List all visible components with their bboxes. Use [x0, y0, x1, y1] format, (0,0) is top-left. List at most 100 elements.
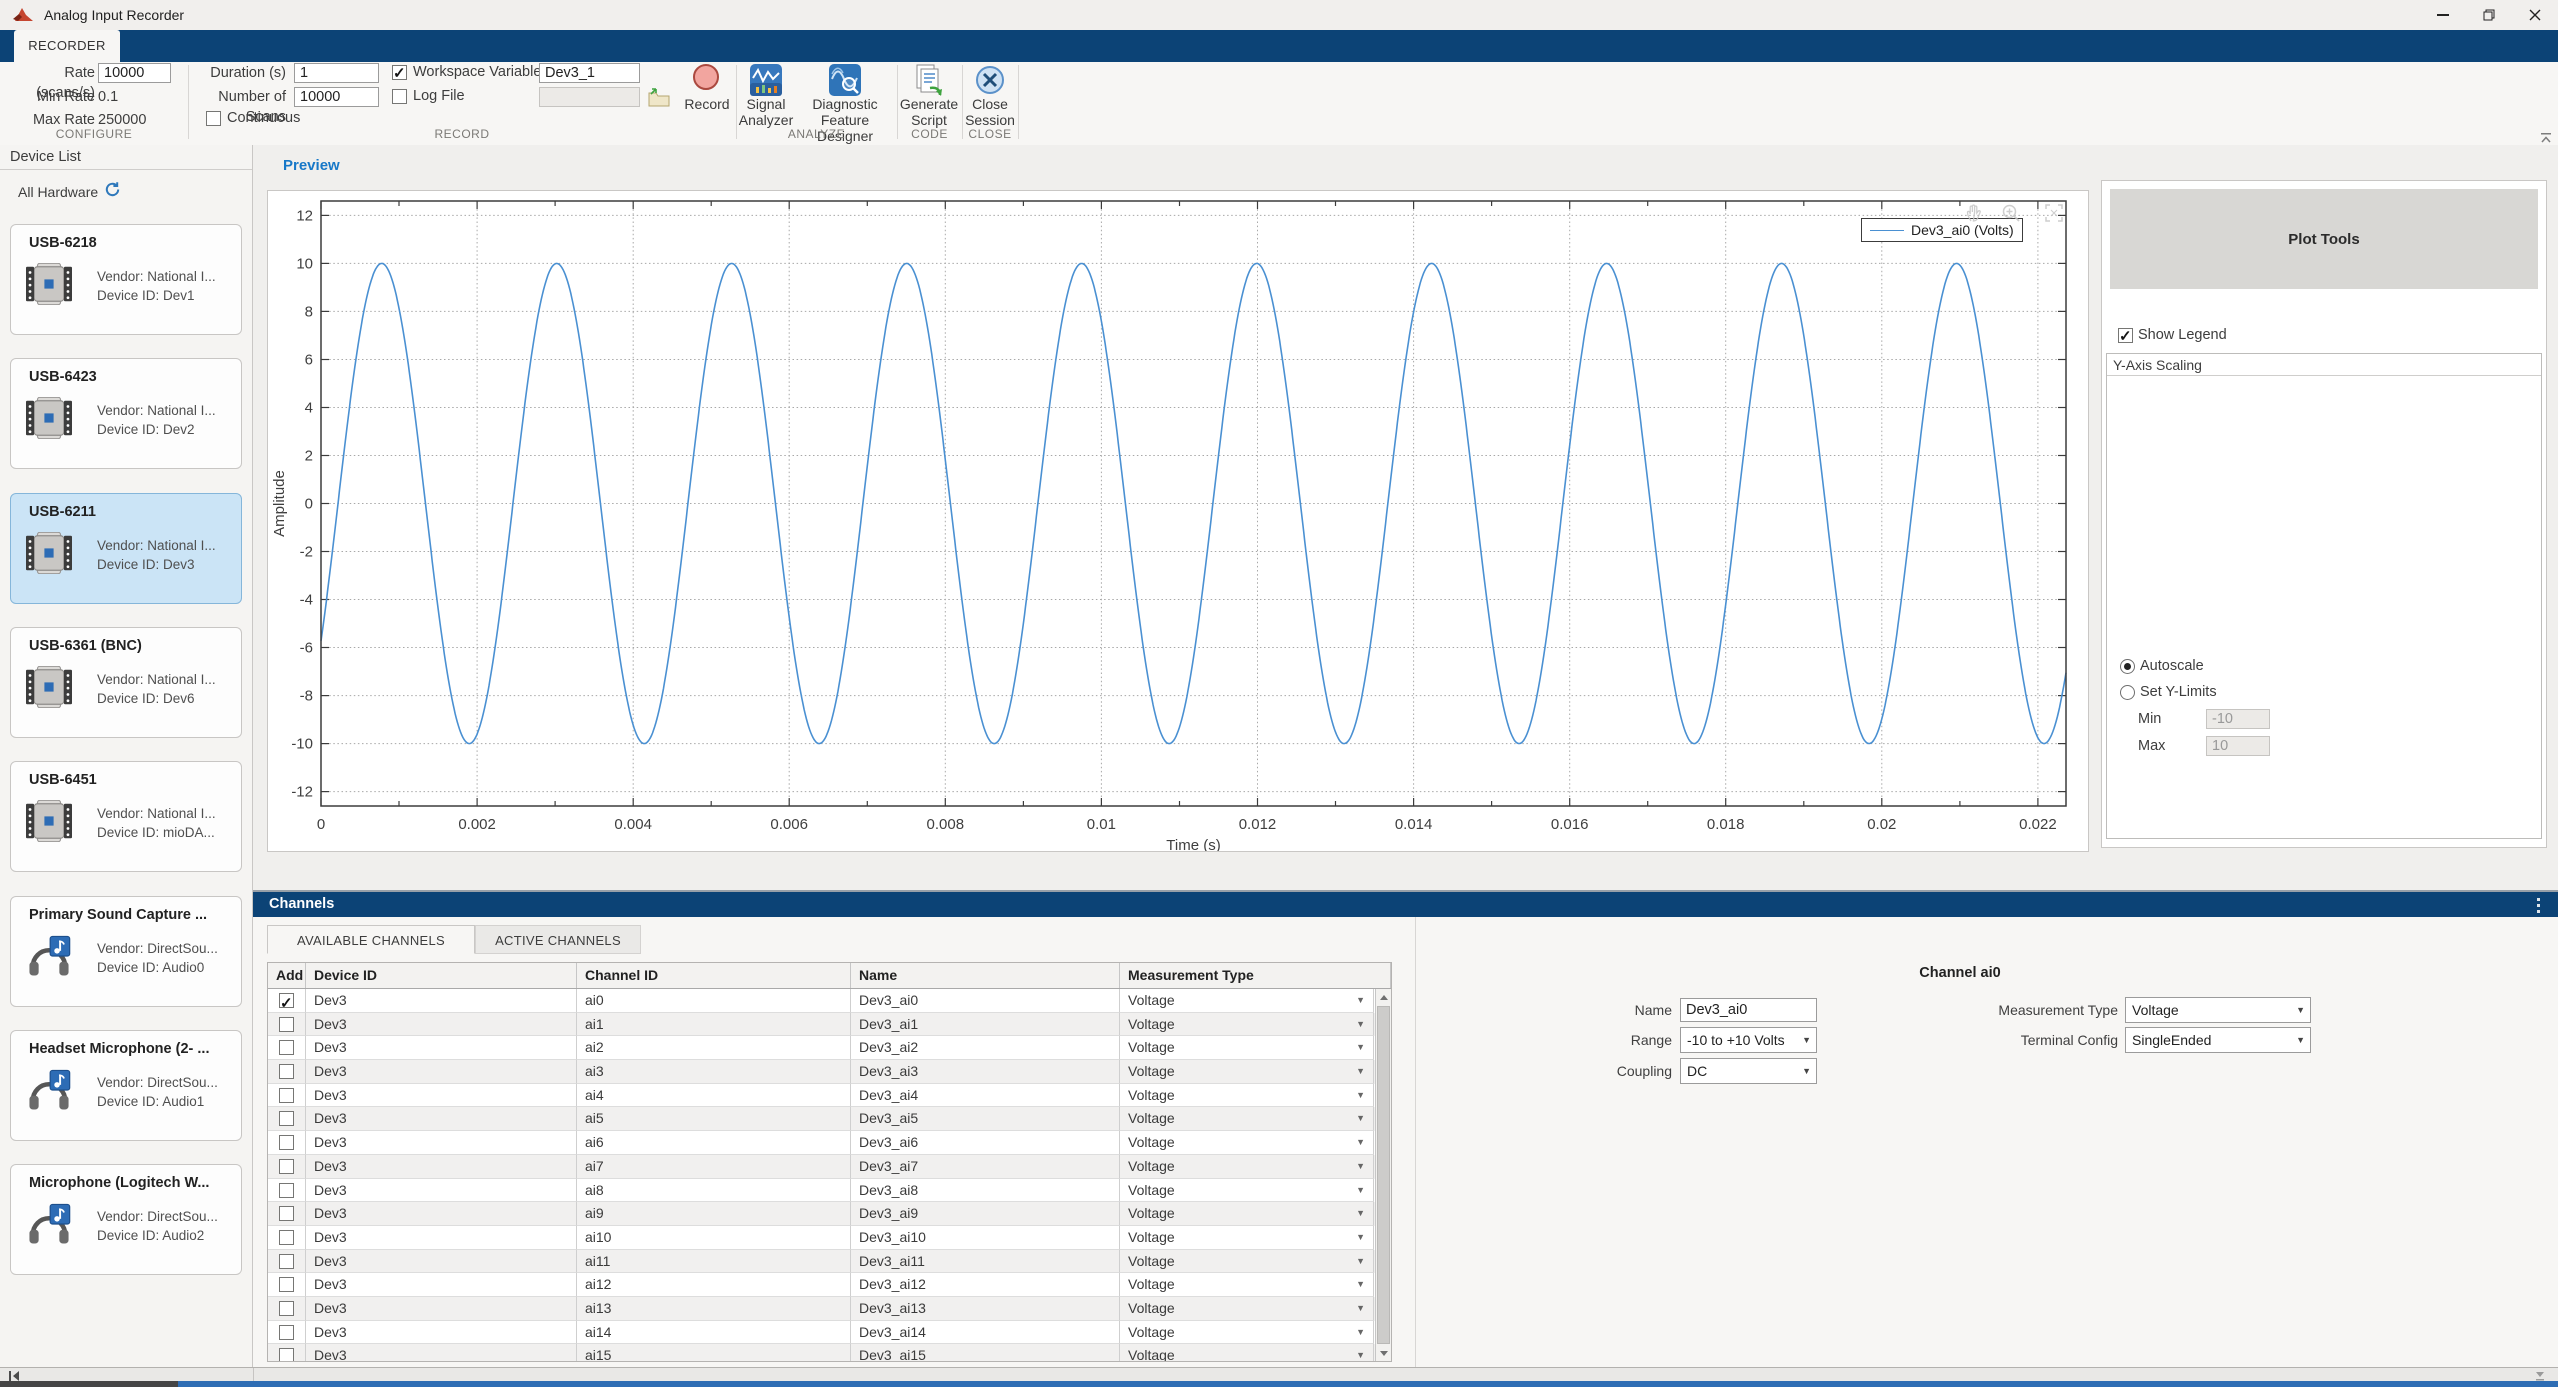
- zoom-in-icon[interactable]: [2001, 203, 2023, 225]
- autoscale-radio[interactable]: [2120, 659, 2135, 674]
- number-of-scans-input[interactable]: [294, 87, 379, 107]
- table-row[interactable]: Dev3 ai10 Dev3_ai10 Voltage▼: [268, 1226, 1391, 1250]
- measurement-type-cell[interactable]: Voltage▼: [1120, 1273, 1374, 1297]
- log-file-checkbox[interactable]: [392, 89, 407, 104]
- measurement-type-cell[interactable]: Voltage▼: [1120, 1321, 1374, 1345]
- set-y-limits-radio[interactable]: [2120, 685, 2135, 700]
- panel-grip-icon[interactable]: [2537, 898, 2540, 901]
- table-row[interactable]: Dev3 ai7 Dev3_ai7 Voltage▼: [268, 1155, 1391, 1179]
- generate-script-label[interactable]: Generate Script: [894, 96, 964, 128]
- pan-icon[interactable]: [1964, 203, 1986, 225]
- measurement-type-cell[interactable]: Voltage▼: [1120, 989, 1374, 1013]
- browse-folder-icon[interactable]: [648, 87, 670, 112]
- table-row[interactable]: Dev3 ai8 Dev3_ai8 Voltage▼: [268, 1179, 1391, 1203]
- plot-region[interactable]: 00.0020.0040.0060.0080.010.0120.0140.016…: [268, 191, 2078, 852]
- table-row[interactable]: Dev3 ai13 Dev3_ai13 Voltage▼: [268, 1297, 1391, 1321]
- add-checkbox[interactable]: [279, 1040, 294, 1055]
- scrollbar-thumb[interactable]: [1377, 1006, 1390, 1344]
- add-checkbox[interactable]: [279, 1301, 294, 1316]
- coupling-select[interactable]: DC▼: [1680, 1058, 1817, 1084]
- add-checkbox[interactable]: [279, 1183, 294, 1198]
- tab-active-channels[interactable]: ACTIVE CHANNELS: [475, 925, 641, 954]
- chevron-down-icon: ▼: [1356, 1131, 1365, 1155]
- record-button[interactable]: [693, 64, 719, 90]
- svg-text:0: 0: [317, 816, 325, 833]
- add-checkbox[interactable]: [279, 1017, 294, 1032]
- table-row[interactable]: Dev3 ai2 Dev3_ai2 Voltage▼: [268, 1036, 1391, 1060]
- measurement-type-cell[interactable]: Voltage▼: [1120, 1084, 1374, 1108]
- workspace-variable-checkbox[interactable]: [392, 65, 407, 80]
- measurement-type-cell[interactable]: Voltage▼: [1120, 1060, 1374, 1084]
- scroll-up-icon[interactable]: [1376, 989, 1391, 1005]
- duration-input[interactable]: [294, 63, 379, 83]
- device-card[interactable]: USB-6423 Vendor: National I... Device ID…: [10, 358, 242, 469]
- measurement-type-select[interactable]: Voltage▼: [2125, 997, 2311, 1023]
- table-row[interactable]: Dev3 ai6 Dev3_ai6 Voltage▼: [268, 1131, 1391, 1155]
- rate-input[interactable]: [98, 63, 171, 83]
- measurement-type-cell[interactable]: Voltage▼: [1120, 1036, 1374, 1060]
- add-checkbox[interactable]: [279, 1325, 294, 1340]
- table-scrollbar[interactable]: [1375, 989, 1391, 1361]
- terminal-config-select[interactable]: SingleEnded▼: [2125, 1027, 2311, 1053]
- ribbon-divider: [1018, 65, 1019, 139]
- device-card[interactable]: Microphone (Logitech W... Vendor: Direct…: [10, 1164, 242, 1275]
- signal-analyzer-label[interactable]: Signal Analyzer: [731, 96, 801, 128]
- measurement-type-cell[interactable]: Voltage▼: [1120, 1107, 1374, 1131]
- measurement-type-cell[interactable]: Voltage▼: [1120, 1202, 1374, 1226]
- show-legend-checkbox[interactable]: [2118, 328, 2133, 343]
- add-checkbox[interactable]: [279, 1206, 294, 1221]
- measurement-type-cell[interactable]: Voltage▼: [1120, 1131, 1374, 1155]
- measurement-type-cell[interactable]: Voltage▼: [1120, 1297, 1374, 1321]
- table-row[interactable]: Dev3 ai11 Dev3_ai11 Voltage▼: [268, 1250, 1391, 1274]
- close-window-button[interactable]: [2512, 0, 2558, 30]
- table-row[interactable]: Dev3 ai15 Dev3_ai15 Voltage▼: [268, 1344, 1391, 1362]
- add-checkbox[interactable]: [279, 1111, 294, 1126]
- restore-view-icon[interactable]: [2044, 203, 2066, 225]
- device-card[interactable]: Headset Microphone (2- ... Vendor: Direc…: [10, 1030, 242, 1141]
- table-row[interactable]: Dev3 ai9 Dev3_ai9 Voltage▼: [268, 1202, 1391, 1226]
- table-row[interactable]: Dev3 ai12 Dev3_ai12 Voltage▼: [268, 1273, 1391, 1297]
- device-card[interactable]: USB-6361 (BNC) Vendor: National I... Dev…: [10, 627, 242, 738]
- continuous-checkbox[interactable]: [206, 111, 221, 126]
- preview-plot-svg: 00.0020.0040.0060.0080.010.0120.0140.016…: [268, 191, 2078, 852]
- table-row[interactable]: Dev3 ai5 Dev3_ai5 Voltage▼: [268, 1107, 1391, 1131]
- add-checkbox[interactable]: [279, 1277, 294, 1292]
- channels-section-bar: Channels: [253, 890, 2558, 917]
- device-vendor: Vendor: National I...: [97, 804, 216, 823]
- table-row[interactable]: Dev3 ai0 Dev3_ai0 Voltage▼: [268, 989, 1391, 1013]
- tab-available-channels[interactable]: AVAILABLE CHANNELS: [267, 925, 475, 954]
- range-select[interactable]: -10 to +10 Volts▼: [1680, 1027, 1817, 1053]
- scroll-down-icon[interactable]: [1376, 1345, 1391, 1361]
- min-rate-label: Min Rate: [4, 87, 95, 107]
- table-row[interactable]: Dev3 ai1 Dev3_ai1 Voltage▼: [268, 1013, 1391, 1037]
- device-card[interactable]: USB-6451 Vendor: National I... Device ID…: [10, 761, 242, 872]
- table-row[interactable]: Dev3 ai3 Dev3_ai3 Voltage▼: [268, 1060, 1391, 1084]
- measurement-type-cell[interactable]: Voltage▼: [1120, 1250, 1374, 1274]
- add-checkbox[interactable]: [279, 1159, 294, 1174]
- add-checkbox[interactable]: [279, 1135, 294, 1150]
- add-checkbox[interactable]: [279, 1064, 294, 1079]
- workspace-variable-input[interactable]: [539, 63, 640, 83]
- close-session-label[interactable]: Close Session: [962, 96, 1018, 128]
- device-card[interactable]: USB-6218 Vendor: National I... Device ID…: [10, 224, 242, 335]
- add-checkbox[interactable]: [279, 1254, 294, 1269]
- measurement-type-cell[interactable]: Voltage▼: [1120, 1179, 1374, 1203]
- channel-name-input[interactable]: [1680, 998, 1817, 1022]
- measurement-type-cell[interactable]: Voltage▼: [1120, 1226, 1374, 1250]
- add-checkbox[interactable]: [279, 1230, 294, 1245]
- add-checkbox[interactable]: [279, 993, 294, 1008]
- add-checkbox[interactable]: [279, 1088, 294, 1103]
- device-vendor: Vendor: DirectSou...: [97, 1073, 218, 1092]
- table-row[interactable]: Dev3 ai14 Dev3_ai14 Voltage▼: [268, 1321, 1391, 1345]
- measurement-type-cell[interactable]: Voltage▼: [1120, 1155, 1374, 1179]
- device-card[interactable]: USB-6211 Vendor: National I... Device ID…: [10, 493, 242, 604]
- measurement-type-cell[interactable]: Voltage▼: [1120, 1013, 1374, 1037]
- daq-device-icon: [26, 532, 72, 574]
- device-card[interactable]: Primary Sound Capture ... Vendor: Direct…: [10, 896, 242, 1007]
- tab-recorder[interactable]: RECORDER: [14, 30, 120, 62]
- measurement-type-cell[interactable]: Voltage▼: [1120, 1344, 1374, 1362]
- table-row[interactable]: Dev3 ai4 Dev3_ai4 Voltage▼: [268, 1084, 1391, 1108]
- add-checkbox[interactable]: [279, 1348, 294, 1362]
- restore-button[interactable]: [2466, 0, 2512, 30]
- minimize-button[interactable]: [2420, 0, 2466, 30]
